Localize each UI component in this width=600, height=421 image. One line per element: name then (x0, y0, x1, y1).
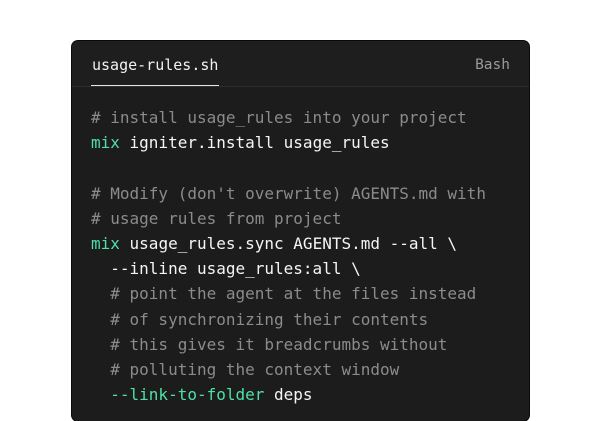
code-token-text: deps (264, 385, 313, 405)
code-token-text: --inline usage_rules:all \ (91, 259, 361, 279)
code-token-comment: # polluting the context window (91, 359, 400, 379)
code-token-text: usage_rules.sync AGENTS.md --all \ (119, 233, 458, 253)
code-token-comment: # Modify (don't overwrite) AGENTS.md wit… (91, 183, 486, 203)
code-block: usage-rules.sh Bash # install usage_rule… (72, 41, 529, 421)
code-line: # usage rules from project (91, 206, 486, 231)
code-token-comment: # this gives it breadcrumbs without (91, 334, 448, 354)
file-tab[interactable]: usage-rules.sh (91, 41, 220, 86)
file-tab-label: usage-rules.sh (92, 56, 219, 74)
code-token-keyword: mix (91, 233, 120, 253)
code-line: # Modify (don't overwrite) AGENTS.md wit… (91, 181, 486, 206)
code-line: # install usage_rules into your project (91, 105, 486, 130)
code-line: # of synchronizing their contents (91, 307, 486, 332)
code-line: mix usage_rules.sync AGENTS.md --all \ (91, 231, 486, 256)
code-token-flag: --link-to-folder (91, 385, 265, 405)
code-content: # install usage_rules into your project m… (91, 105, 486, 407)
code-line: mix igniter.install usage_rules (91, 130, 486, 155)
code-token-keyword: mix (91, 133, 120, 153)
code-token-comment: # point the agent at the files instead (91, 284, 477, 304)
code-line: # this gives it breadcrumbs without (91, 332, 486, 357)
code-block-header: usage-rules.sh Bash (72, 41, 529, 87)
code-line: # point the agent at the files instead (91, 281, 486, 306)
code-line: --link-to-folder deps (91, 382, 486, 407)
code-line: --inline usage_rules:all \ (91, 256, 486, 281)
code-line: # polluting the context window (91, 357, 486, 382)
language-label: Bash (475, 57, 510, 73)
code-token-comment: # usage rules from project (91, 208, 342, 228)
code-token-text: igniter.install usage_rules (119, 133, 390, 153)
code-token-comment: # of synchronizing their contents (91, 309, 429, 329)
code-token-comment: # install usage_rules into your project (91, 108, 467, 127)
